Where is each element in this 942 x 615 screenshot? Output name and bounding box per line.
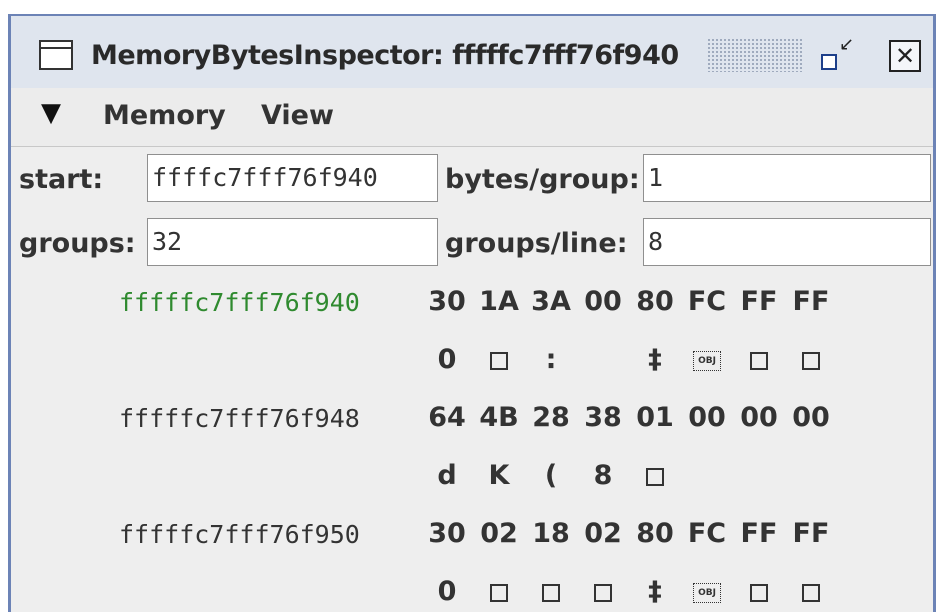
byte-value: 30: [428, 286, 466, 317]
byte-value: FC: [687, 518, 727, 549]
restore-button[interactable]: ↙: [817, 34, 854, 74]
close-button[interactable]: ✕: [889, 40, 921, 72]
byte-value: 80: [636, 518, 674, 549]
menu-view[interactable]: View: [261, 100, 334, 131]
ascii-char: 0: [437, 344, 457, 375]
ascii-char: K: [488, 460, 510, 491]
byte-value: 80: [636, 286, 674, 317]
unprintable-char-icon: [629, 460, 681, 491]
byte-value: 30: [428, 518, 466, 549]
window-title: MemoryBytesInspector: fffffc7fff76f940: [91, 40, 679, 71]
groups-line-field[interactable]: 8: [643, 218, 931, 266]
memory-address: fffffc7fff76f940: [119, 288, 360, 317]
window-icon: [39, 40, 73, 70]
unprintable-char-icon: [473, 576, 525, 607]
start-field[interactable]: ffffc7fff76f940: [147, 154, 438, 202]
start-label: start:: [19, 164, 104, 195]
ascii-char: 0: [437, 576, 457, 607]
byte-value: 01: [636, 402, 674, 433]
byte-value: FF: [792, 286, 830, 317]
ascii-char: ‡: [648, 344, 662, 375]
unprintable-char-icon: [473, 344, 525, 375]
unprintable-char-icon: [785, 576, 837, 607]
unprintable-char-icon: [785, 344, 837, 375]
unprintable-char-icon: [577, 576, 629, 607]
unprintable-char-icon: [733, 344, 785, 375]
byte-value: FF: [792, 518, 830, 549]
close-icon: ✕: [894, 42, 916, 70]
byte-value: FF: [740, 286, 778, 317]
byte-value: 28: [532, 402, 570, 433]
byte-value: 02: [480, 518, 518, 549]
unprintable-char-icon: [733, 576, 785, 607]
byte-value: FC: [687, 286, 727, 317]
byte-value: 1A: [479, 286, 519, 317]
inspector-window: MemoryBytesInspector: fffffc7fff76f940 ↙…: [8, 14, 936, 612]
byte-value: 00: [688, 402, 726, 433]
memory-address: fffffc7fff76f948: [119, 404, 360, 433]
menu-memory[interactable]: Memory: [103, 100, 226, 131]
byte-value: 00: [584, 286, 622, 317]
grip-icon[interactable]: [707, 38, 803, 72]
byte-value: FF: [740, 518, 778, 549]
byte-value: 4B: [479, 402, 519, 433]
byte-value: 00: [792, 402, 830, 433]
ascii-char: 8: [593, 460, 613, 491]
menu-bar: ▼ Memory View: [11, 88, 933, 147]
menu-dropdown-icon[interactable]: ▼: [41, 98, 61, 128]
unprintable-char-icon: [525, 576, 577, 607]
groups-label: groups:: [19, 228, 136, 259]
groups-field[interactable]: 32: [147, 218, 438, 266]
ascii-char: :: [545, 344, 557, 375]
bytes-group-label: bytes/group:: [445, 164, 640, 195]
memory-address: fffffc7fff76f950: [119, 520, 360, 549]
byte-value: 3A: [531, 286, 571, 317]
byte-value: 18: [532, 518, 570, 549]
restore-icon: [821, 54, 837, 70]
restore-arrow-icon: ↙: [839, 34, 855, 55]
bytes-group-field[interactable]: 1: [643, 154, 931, 202]
groups-line-label: groups/line:: [445, 228, 628, 259]
byte-value: 64: [428, 402, 466, 433]
byte-value: 38: [584, 402, 622, 433]
obj-char-icon: OBJ: [681, 344, 733, 375]
ascii-char: ‡: [648, 576, 662, 607]
title-bar[interactable]: MemoryBytesInspector: fffffc7fff76f940 ↙…: [11, 16, 933, 89]
ascii-char: (: [544, 460, 558, 491]
byte-value: 02: [584, 518, 622, 549]
byte-value: 00: [740, 402, 778, 433]
ascii-char: d: [437, 460, 457, 491]
obj-char-icon: OBJ: [681, 576, 733, 607]
